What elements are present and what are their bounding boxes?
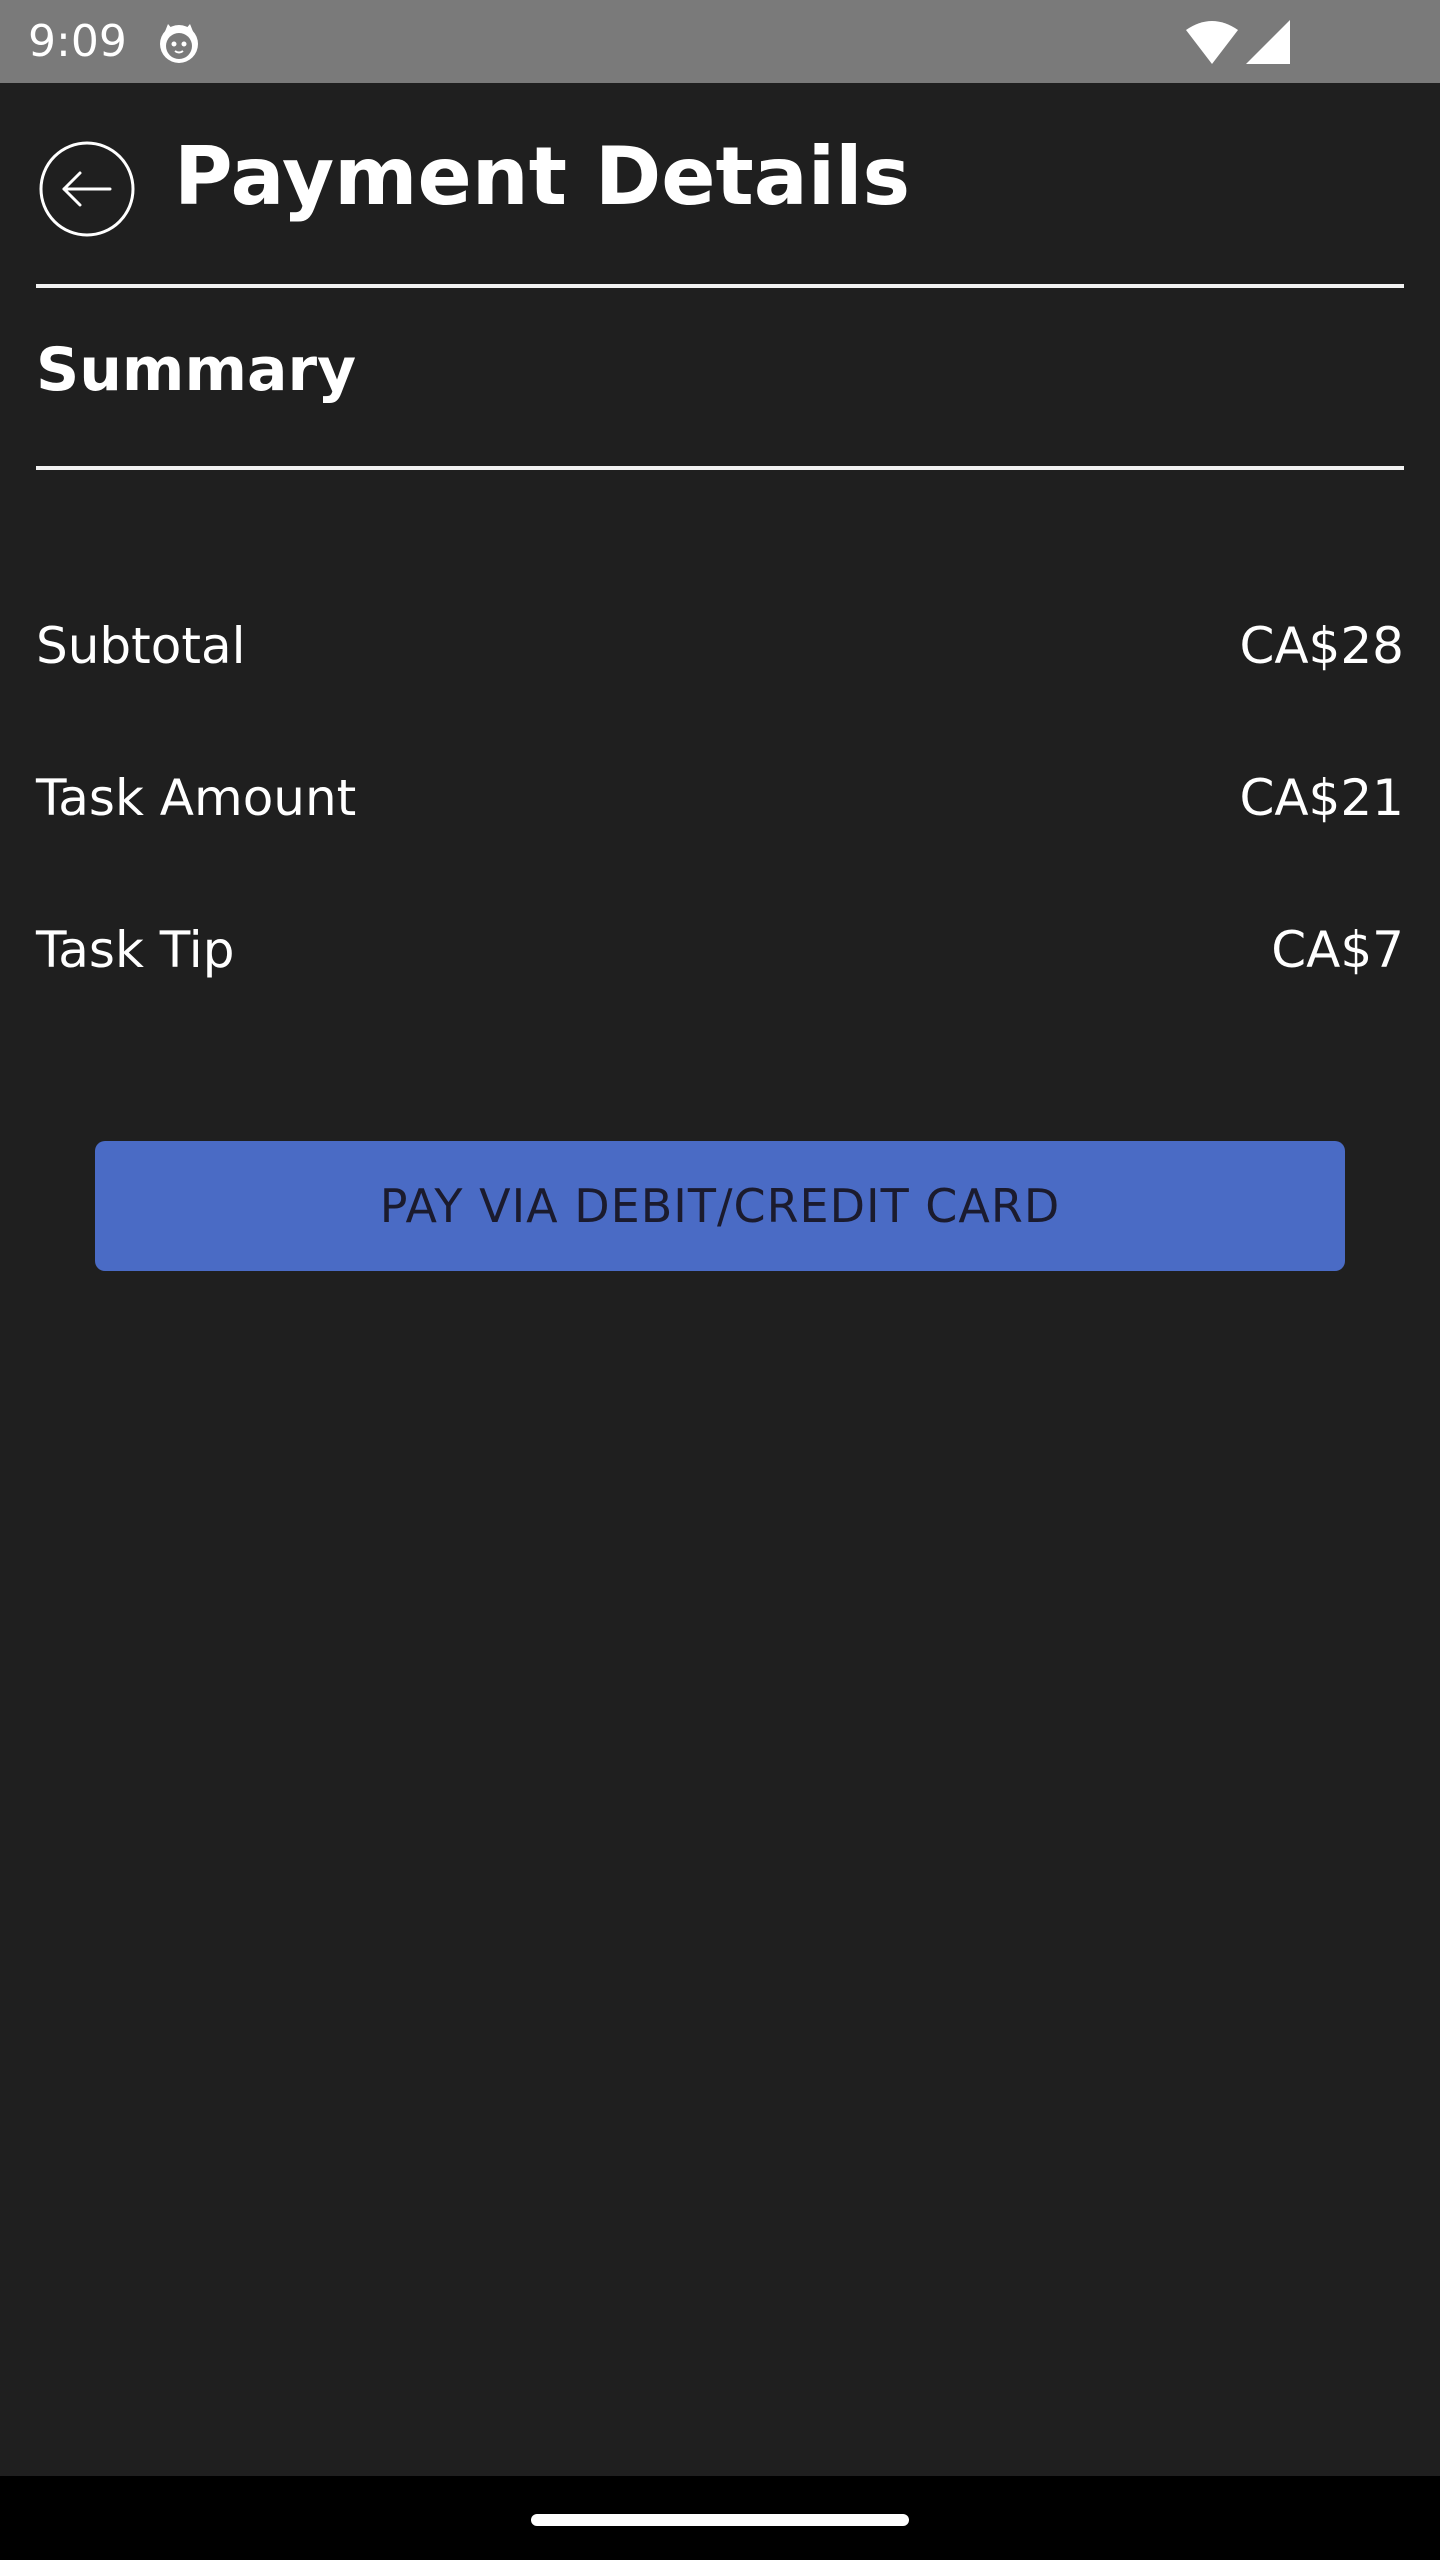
summary-row-label: Task Tip	[36, 921, 235, 979]
home-indicator[interactable]	[531, 2514, 909, 2526]
cat-face-icon	[160, 24, 198, 63]
page-title: Payment Details	[174, 130, 911, 223]
back-arrow-icon[interactable]	[38, 140, 136, 238]
summary-row-subtotal: Subtotal CA$28	[36, 606, 1404, 686]
cellular-signal-icon	[1246, 20, 1290, 64]
pay-card-button[interactable]: PAY VIA DEBIT/CREDIT CARD	[95, 1141, 1345, 1271]
summary-row-label: Subtotal	[36, 617, 246, 675]
summary-row-label: Task Amount	[36, 769, 357, 827]
pay-card-button-label: PAY VIA DEBIT/CREDIT CARD	[379, 1179, 1061, 1233]
summary-row-value: CA$21	[1239, 769, 1404, 827]
status-bar: 9:09	[0, 0, 1440, 83]
wifi-icon	[1186, 21, 1238, 64]
summary-row-task-amount: Task Amount CA$21	[36, 758, 1404, 838]
app-header: Payment Details	[0, 83, 1440, 283]
summary-divider	[36, 466, 1404, 470]
header-divider	[36, 284, 1404, 288]
summary-row-value: CA$28	[1239, 617, 1404, 675]
system-nav-bar	[0, 2476, 1440, 2560]
summary-row-task-tip: Task Tip CA$7	[36, 910, 1404, 990]
summary-row-value: CA$7	[1271, 921, 1404, 979]
summary-title: Summary	[36, 335, 357, 405]
status-time: 9:09	[28, 16, 127, 67]
